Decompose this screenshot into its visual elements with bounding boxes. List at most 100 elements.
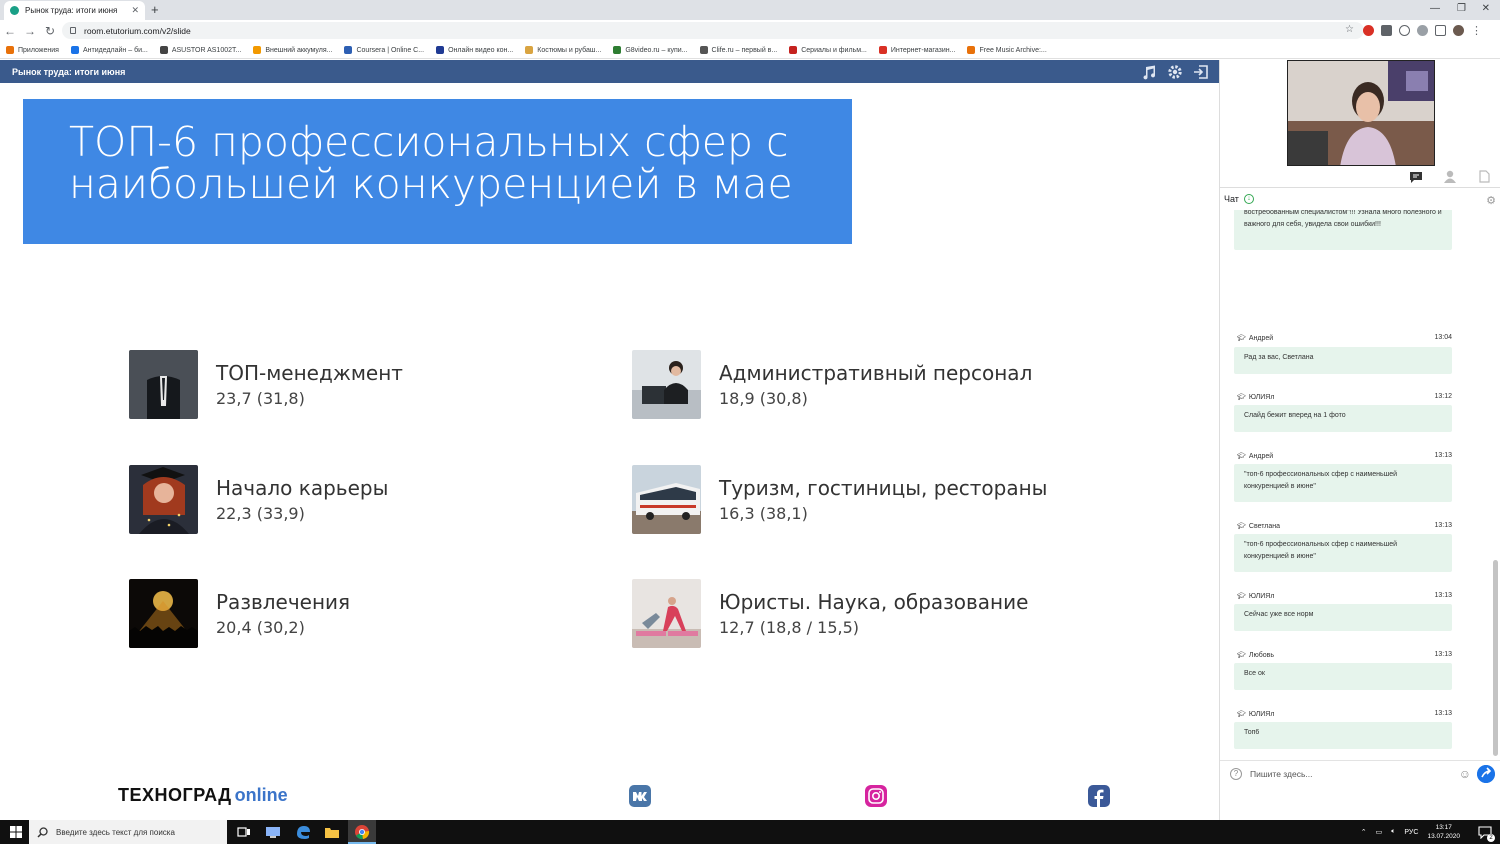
bookmark-item[interactable]: Сериалы и фильм... [789,46,867,54]
maximize-icon[interactable]: ❐ [1457,3,1466,15]
list-item-entertainment: Развлечения 20,4 (30,2) [129,579,350,648]
bookmark-item[interactable]: ASUSTOR AS1002T... [159,46,241,54]
bookmark-item[interactable]: G8video.ru – купи... [613,46,688,54]
graduation-cap-icon: 🎓︎ [1237,523,1246,530]
bookmark-apps[interactable]: Приложения [6,46,59,54]
taskbar-search[interactable]: Введите здесь текст для поиска [29,820,227,844]
vk-icon[interactable] [629,785,651,807]
author-line: 🎓︎ ЮЛИЯл [1237,592,1274,600]
extension-icon[interactable] [1399,25,1410,36]
facebook-icon[interactable] [1088,785,1110,807]
chat-scrollbar[interactable] [1493,560,1498,756]
item-value: 23,7 (31,8) [216,389,305,408]
chat-messages: востребованным специалистом"!!! Узнала м… [1220,210,1500,755]
tab-chat[interactable] [1399,166,1433,188]
close-tab-icon[interactable]: ✕ [131,5,139,16]
chat-message-header: 🎓︎ Светлана 13:13 [1237,522,1452,530]
adblock-extension-icon[interactable] [1363,25,1374,36]
minimize-icon[interactable]: — [1430,3,1440,15]
network-icon[interactable]: ▭ [1376,828,1383,836]
author-line: 🎓︎ Андрей [1237,334,1273,342]
chat-message-header: 🎓︎ Андрей 13:04 [1237,334,1452,342]
message-author: Андрей [1248,335,1274,342]
bookmark-item[interactable]: Внешний аккумуля... [253,46,332,54]
panel-tabs [1220,166,1500,188]
back-icon[interactable]: ← [0,24,20,38]
bookmark-label: Clife.ru – первый в... [711,46,778,54]
chat-message-header: 🎓︎ ЮЛИЯл 13:13 [1237,710,1452,718]
extension-icon[interactable] [1381,25,1392,36]
tray-expand-icon[interactable]: ⌃ [1361,828,1367,836]
list-item-top-management: ТОП-менеджмент 23,7 (31,8) [129,350,403,419]
fitness-class-photo [632,579,701,648]
bookmark-favicon-icon [253,46,262,54]
bookmark-item[interactable]: Coursera | Online C... [344,46,424,54]
chat-title: Чат [1224,194,1239,204]
chat-input[interactable]: Пишите здесь... [1250,769,1459,779]
bookmark-label: Внешний аккумуля... [265,46,333,54]
extensions-puzzle-icon[interactable] [1417,25,1428,36]
speaker-video[interactable] [1287,60,1435,166]
list-item-career-start: Начало карьеры 22,3 (33,9) [129,465,388,534]
forward-icon[interactable]: → [20,24,40,38]
businessman-photo [129,350,198,419]
app-header: Рынок труда: итоги июня [0,60,1219,83]
bookmark-favicon-icon [967,46,976,54]
bookmark-item[interactable]: Онлайн видео кон... [436,46,513,54]
chrome-taskbar-button[interactable] [348,820,376,844]
chat-settings-icon[interactable]: ⚙ [1486,194,1496,207]
bookmark-label: G8video.ru – купи... [625,46,688,54]
item-value: 12,7 (18,8 / 15,5) [719,618,860,637]
emoji-icon[interactable]: ☺ [1459,767,1471,781]
item-value: 16,3 (38,1) [719,504,808,523]
task-view-icon[interactable] [236,824,252,840]
bookmark-favicon-icon [70,46,79,54]
bookmark-star-icon[interactable]: ☆ [1345,24,1354,35]
media-control-icon[interactable] [1435,25,1446,36]
bookmark-item[interactable]: Антидедлайн – би... [70,46,148,54]
help-icon[interactable]: ? [1230,767,1242,780]
taskbar-clock[interactable]: 13:17 13.07.2020 [1427,823,1460,841]
download-icon[interactable]: ↓ [1243,194,1254,204]
windows-taskbar: Введите здесь текст для поиска ⌃ ▭ 🔈︎ РУ… [0,820,1500,844]
settings-gear-icon[interactable] [1167,64,1183,80]
exit-icon[interactable] [1193,64,1209,80]
browser-menu-icon[interactable]: ⋮ [1471,24,1482,37]
bookmark-item[interactable]: Костюмы и рубаш... [525,46,601,54]
address-bar[interactable]: room.etutorium.com/v2/slide ☆ [62,22,1364,39]
edge-icon[interactable] [295,824,311,840]
keyboard-language[interactable]: РУС [1404,829,1418,836]
concert-photo [129,579,198,648]
reload-icon[interactable]: ↻ [40,24,60,38]
message-time: 13:12 [1434,393,1452,400]
close-window-icon[interactable]: ✕ [1482,3,1490,15]
author-line: 🎓︎ ЮЛИЯл [1237,393,1274,401]
music-icon[interactable] [1141,64,1157,80]
send-icon[interactable] [1477,764,1495,783]
bookmark-item[interactable]: Free Music Archive:... [967,46,1047,54]
browser-tab[interactable]: Рынок труда: итоги июня ✕ [4,1,145,20]
brand-suffix: online [234,785,288,805]
profile-avatar[interactable] [1453,25,1464,36]
chat-message-bubble: "топ-6 профессиональных сфер с наименьше… [1234,464,1452,502]
notifications-icon[interactable]: 2 [1478,825,1495,842]
graduate-photo [129,465,198,534]
volume-icon[interactable]: 🔈︎ [1391,828,1395,836]
bookmark-item[interactable]: Интернет-магазин... [878,46,955,54]
remote-desktop-icon[interactable] [265,824,281,840]
bookmark-favicon-icon [789,46,798,54]
tab-files[interactable] [1467,166,1500,188]
bookmark-favicon-icon [159,46,168,54]
system-tray: ⌃ ▭ 🔈︎ РУС 13:17 13.07.2020 [1361,820,1460,844]
bookmark-item[interactable]: Clife.ru – первый в... [699,46,778,54]
new-tab-icon[interactable]: + [151,2,159,17]
file-explorer-icon[interactable] [324,824,340,840]
author-line: 🎓︎ Андрей [1237,452,1273,460]
tab-participants[interactable] [1433,166,1467,188]
tour-bus-photo [632,465,701,534]
clock-date: 13.07.2020 [1427,833,1460,840]
instagram-icon[interactable] [865,785,887,807]
list-item-law-science-education: Юристы. Наука, образование 12,7 (18,8 / 1… [632,579,1028,648]
slide-title-banner: ТОП-6 профессиональных сфер с наибольшей… [23,99,852,244]
windows-start-icon[interactable] [8,824,24,840]
